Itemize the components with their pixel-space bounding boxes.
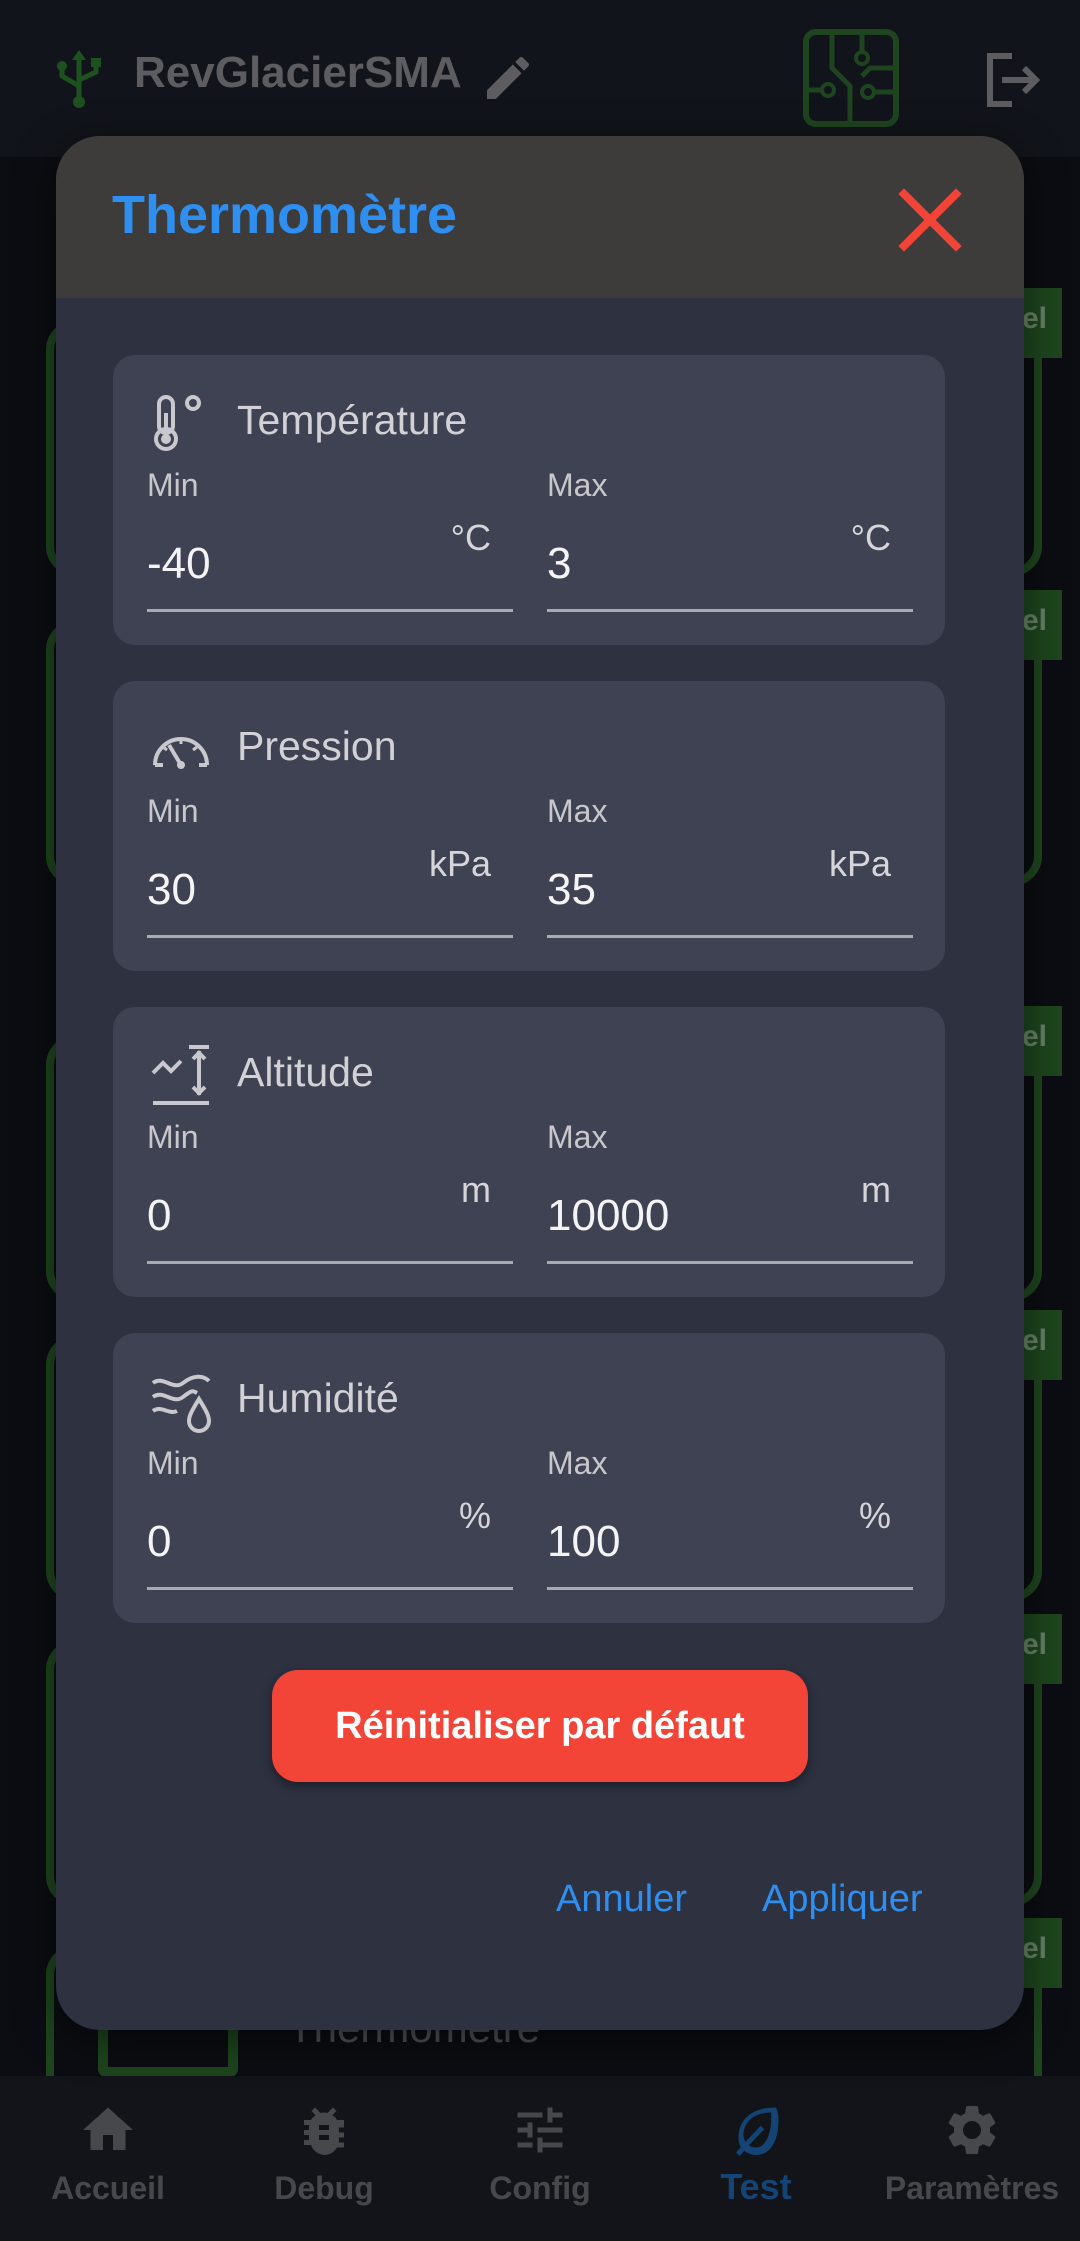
field-unit: m <box>861 1169 891 1210</box>
dialog-header: Thermomètre <box>56 136 1024 298</box>
altitude-min-field[interactable]: Min m <box>147 1119 513 1264</box>
field-unit: °C <box>850 517 891 558</box>
sensor-card-pressure: Pression Min kPa Max kPa <box>113 681 945 971</box>
field-unit: % <box>858 1495 891 1536</box>
humidity-max-input[interactable] <box>547 1517 847 1567</box>
cancel-button[interactable]: Annuler <box>556 1878 687 1921</box>
temperature-min-field[interactable]: Min °C <box>147 467 513 612</box>
pressure-min-input[interactable] <box>147 865 447 915</box>
pressure-max-field[interactable]: Max kPa <box>547 793 913 938</box>
field-underline <box>547 935 913 938</box>
apply-button[interactable]: Appliquer <box>762 1878 923 1921</box>
field-label: Min <box>147 1119 199 1155</box>
altitude-min-input[interactable] <box>147 1191 447 1241</box>
field-label: Max <box>547 1119 608 1155</box>
humidity-min-field[interactable]: Min % <box>147 1445 513 1590</box>
humidity-max-field[interactable]: Max % <box>547 1445 913 1590</box>
close-icon[interactable] <box>890 180 970 260</box>
humidity-min-input[interactable] <box>147 1517 447 1567</box>
field-underline <box>547 1261 913 1264</box>
temperature-min-input[interactable] <box>147 539 447 589</box>
reset-defaults-button[interactable]: Réinitialiser par défaut <box>272 1670 808 1782</box>
sensor-title: Altitude <box>237 1049 374 1095</box>
sensor-title: Pression <box>237 723 397 769</box>
field-label: Min <box>147 1445 199 1481</box>
sensor-title: Humidité <box>237 1375 399 1421</box>
field-underline <box>147 609 513 612</box>
sensor-card-humidity: Humidité Min % Max % <box>113 1333 945 1623</box>
field-unit: °C <box>450 517 491 558</box>
altitude-icon <box>151 1045 209 1105</box>
field-underline <box>147 1261 513 1264</box>
sensor-title: Température <box>237 397 468 443</box>
pressure-min-field[interactable]: Min kPa <box>147 793 513 938</box>
field-underline <box>547 609 913 612</box>
thermometer-dialog: Thermomètre Température Min °C Max °C <box>56 136 1024 2030</box>
field-label: Max <box>547 467 608 503</box>
field-label: Max <box>547 793 608 829</box>
pressure-max-input[interactable] <box>547 865 847 915</box>
gauge-icon <box>153 737 209 769</box>
altitude-max-field[interactable]: Max m <box>547 1119 913 1264</box>
sensor-card-altitude: Altitude Min m Max m <box>113 1007 945 1297</box>
temperature-max-input[interactable] <box>547 539 847 589</box>
field-label: Max <box>547 1445 608 1481</box>
field-label: Min <box>147 793 199 829</box>
temperature-max-field[interactable]: Max °C <box>547 467 913 612</box>
field-unit: % <box>458 1495 491 1536</box>
field-underline <box>147 935 513 938</box>
field-unit: m <box>461 1169 491 1210</box>
field-label: Min <box>147 467 199 503</box>
humidity-icon <box>151 1374 212 1433</box>
field-underline <box>547 1587 913 1590</box>
sensor-card-temperature: Température Min °C Max °C <box>113 355 945 645</box>
altitude-max-input[interactable] <box>547 1191 847 1241</box>
field-underline <box>147 1587 513 1590</box>
dialog-title: Thermomètre <box>112 185 458 245</box>
thermometer-icon <box>154 395 201 451</box>
